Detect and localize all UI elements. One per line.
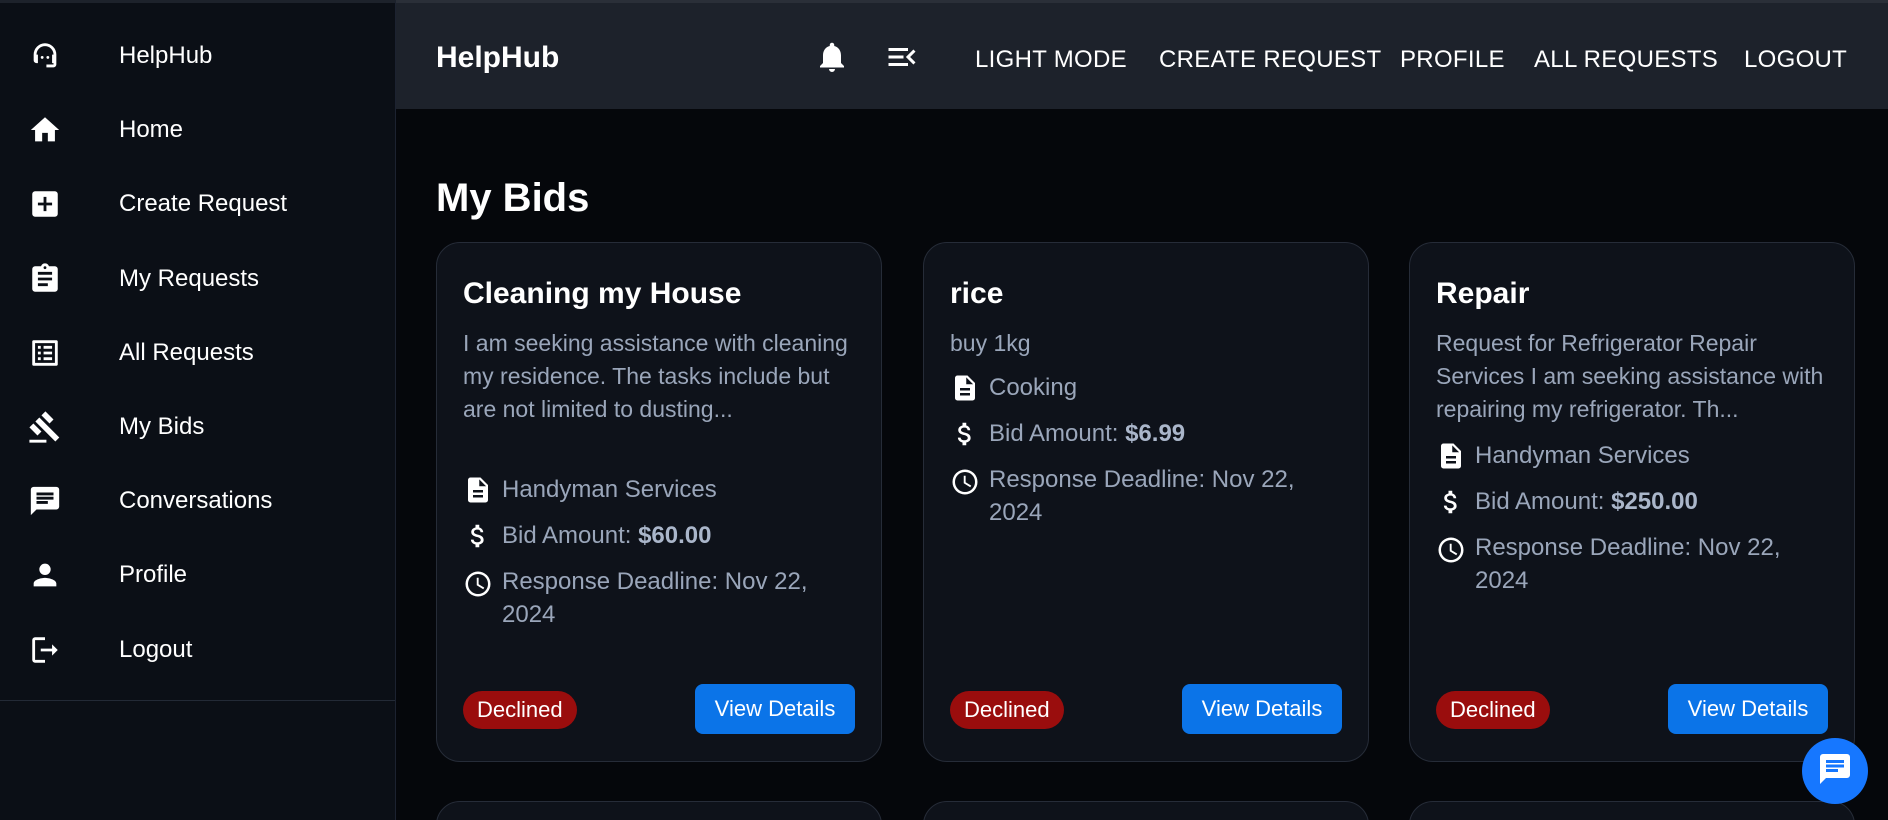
add-box-icon [26,185,64,223]
chat-bubble-icon [1817,751,1853,792]
sidebar-item-label: My Bids [119,413,205,440]
view-details-button[interactable]: View Details [695,684,855,734]
menu-collapse-icon[interactable] [884,39,920,75]
dollar-icon [1436,487,1466,517]
nav-all-requests[interactable]: ALL REQUESTS [1534,46,1718,74]
bid-card: rice buy 1kg Cooking Bid Amount: $6.99 R… [923,242,1369,762]
brand-title[interactable]: HelpHub [436,41,559,75]
card-title: rice [950,277,1004,310]
sidebar-item-label: Profile [119,561,188,588]
nav-profile[interactable]: PROFILE [1400,46,1505,74]
dollar-icon [463,521,493,551]
dollar-icon [950,419,980,449]
sidebar-item-logout[interactable]: Logout [0,620,395,680]
card-description: I am seeking assistance with cleaning my… [463,330,848,422]
sidebar-item-home[interactable]: Home [0,100,395,160]
bid-card-partial [923,801,1369,820]
card-title: Repair [1436,277,1530,310]
logout-icon [26,631,64,669]
chat-button[interactable] [1802,738,1868,804]
clock-icon [463,569,493,599]
bid-amount-label: Bid Amount: [989,420,1126,447]
sidebar-item-label: Logout [119,636,193,663]
nav-logout[interactable]: LOGOUT [1744,46,1847,74]
status-badge: Declined [1436,691,1550,729]
deadline-text: Response Deadline: Nov 22, 2024 [502,568,808,628]
gavel-icon [26,408,64,446]
bid-amount-value: $60.00 [638,522,712,549]
sidebar: HelpHub Home Create Request My Requests … [0,0,396,820]
chat-icon [26,482,64,520]
bid-card-partial [1409,801,1855,820]
sidebar-item-profile[interactable]: Profile [0,545,395,605]
sidebar-divider [0,700,395,701]
bid-card: Cleaning my House I am seeking assistanc… [436,242,882,762]
sidebar-item-create-request[interactable]: Create Request [0,174,395,234]
bid-amount-value: $6.99 [1125,420,1186,447]
clock-icon [950,467,980,497]
sidebar-item-label: All Requests [119,339,254,366]
home-icon [26,111,64,149]
card-title: Cleaning my House [463,277,742,310]
top-app-bar: HelpHub LIGHT MODE CREATE REQUEST PROFIL… [396,0,1888,109]
nav-create-request[interactable]: CREATE REQUEST [1159,46,1381,74]
document-icon [950,373,980,403]
bid-amount-value: $250.00 [1611,488,1698,515]
document-icon [463,475,493,505]
bid-card-partial [436,801,882,820]
sidebar-item-label: Conversations [119,487,273,514]
document-icon [1436,441,1466,471]
status-badge: Declined [950,691,1064,729]
bid-amount-label: Bid Amount: [1475,488,1612,515]
card-description: Request for Refrigerator Repair Services… [1436,330,1824,422]
clipboard-icon [26,260,64,298]
list-icon [26,334,64,372]
bid-card: Repair Request for Refrigerator Repair S… [1409,242,1855,762]
bell-icon[interactable] [814,39,850,75]
sidebar-item-all-requests[interactable]: All Requests [0,323,395,383]
deadline-text: Response Deadline: Nov 22, 2024 [989,466,1295,526]
category-text: Handyman Services [1475,442,1690,469]
sidebar-item-label: Home [119,116,184,143]
category-text: Handyman Services [502,476,717,503]
sidebar-item-conversations[interactable]: Conversations [0,471,395,531]
sidebar-item-my-requests[interactable]: My Requests [0,249,395,309]
sidebar-item-my-bids[interactable]: My Bids [0,397,395,457]
sidebar-item-helphub[interactable]: HelpHub [0,26,395,86]
bid-amount-label: Bid Amount: [502,522,639,549]
category-text: Cooking [989,374,1078,401]
sidebar-item-label: Create Request [119,190,288,217]
support-agent-icon [26,37,64,75]
clock-icon [1436,535,1466,565]
status-badge: Declined [463,691,577,729]
view-details-button[interactable]: View Details [1182,684,1342,734]
page-title: My Bids [436,176,590,220]
sidebar-item-label: My Requests [119,265,260,292]
person-icon [26,556,64,594]
deadline-text: Response Deadline: Nov 22, 2024 [1475,534,1781,594]
view-details-button[interactable]: View Details [1668,684,1828,734]
sidebar-item-label: HelpHub [119,42,213,69]
nav-light-mode[interactable]: LIGHT MODE [975,46,1127,74]
card-description: buy 1kg [950,330,1031,356]
